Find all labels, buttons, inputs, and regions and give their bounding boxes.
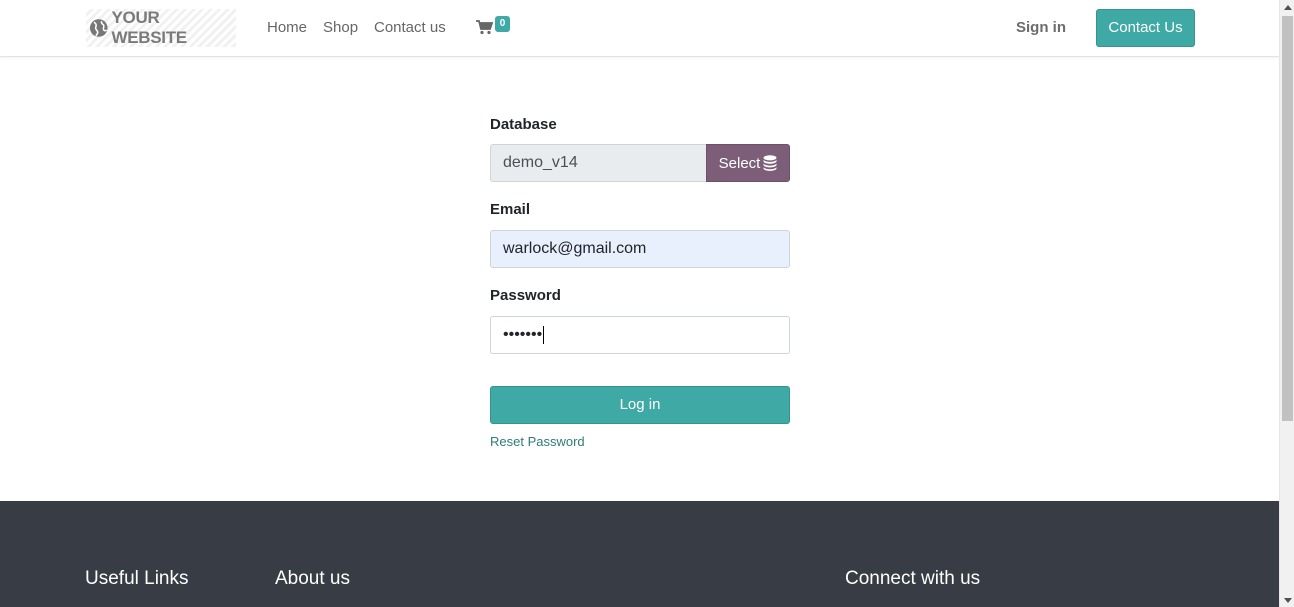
password-label: Password [490,287,561,304]
email-label: Email [490,201,531,218]
site-header: YOUR WEBSITE Home Shop Contact us 0 Sign… [0,0,1279,57]
sign-in-link[interactable]: Sign in [1016,19,1066,37]
cart-count-badge: 0 [495,16,510,32]
text-caret [543,325,545,344]
nav-home[interactable]: Home [267,19,307,37]
email-field[interactable]: warlock@gmail.com [490,230,790,268]
database-group: demo_v14 Select [490,144,790,182]
page-scrollbar[interactable] [1279,0,1294,607]
footer-connect-heading: Connect with us [845,568,981,589]
scroll-up-arrow-icon[interactable] [1284,5,1292,10]
database-icon [763,155,777,171]
database-label: Database [490,116,557,133]
contact-us-button[interactable]: Contact Us [1096,9,1195,47]
scrollbar-thumb[interactable] [1282,16,1293,421]
cart-link[interactable]: 0 [476,16,516,41]
log-in-button[interactable]: Log in [490,386,790,424]
footer-about-us-heading: About us [275,568,350,589]
database-select-button[interactable]: Select [706,144,790,182]
select-label: Select [718,154,761,172]
scroll-down-arrow-icon[interactable] [1284,598,1292,603]
nav-shop[interactable]: Shop [323,19,358,37]
reset-password-link[interactable]: Reset Password [490,434,585,449]
site-logo[interactable]: YOUR WEBSITE [86,8,236,47]
footer-useful-links-heading: Useful Links [85,568,189,589]
database-field[interactable]: demo_v14 [490,144,707,182]
cart-icon [476,20,493,35]
globe-icon [89,19,108,37]
site-footer: Useful Links About us Connect with us [0,501,1279,607]
nav-contact-us[interactable]: Contact us [374,19,446,37]
logo-text: YOUR WEBSITE [111,8,188,47]
password-field[interactable]: ••••••• [490,316,790,354]
password-value: ••••••• [503,326,543,343]
